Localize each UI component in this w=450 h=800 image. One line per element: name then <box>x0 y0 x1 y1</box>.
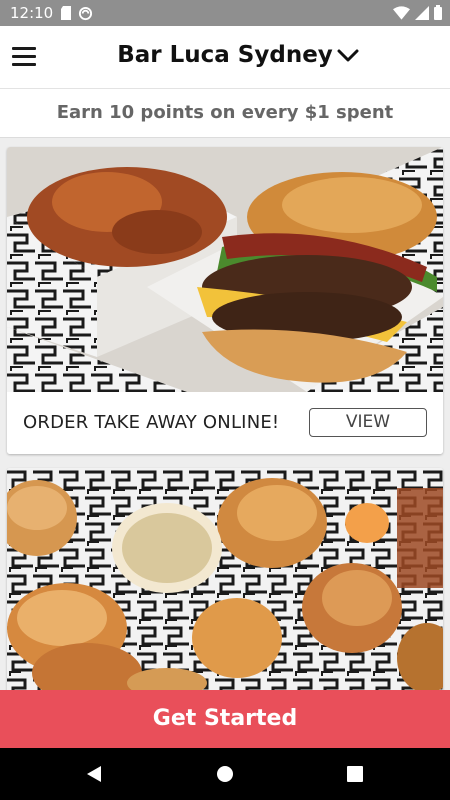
home-icon[interactable] <box>216 765 234 783</box>
card-footer: ORDER TAKE AWAY ONLINE! VIEW <box>7 392 443 454</box>
battery-icon <box>434 5 442 20</box>
signal-icon <box>415 5 429 20</box>
card-title: ORDER TAKE AWAY ONLINE! <box>23 412 280 433</box>
status-right-icons <box>393 5 442 20</box>
order-takeaway-card[interactable]: ORDER TAKE AWAY ONLINE! VIEW <box>7 147 443 454</box>
earn-points-banner: Earn 10 points on every $1 spent <box>0 89 450 138</box>
chevron-down-icon[interactable] <box>337 48 359 64</box>
store-title[interactable]: Bar Luca Sydney <box>0 42 450 68</box>
status-left-icons <box>60 6 93 21</box>
burger-and-fries-photo <box>7 147 443 392</box>
system-nav-bar <box>0 748 450 800</box>
back-icon[interactable] <box>85 765 103 783</box>
status-time: 12:10 <box>10 4 54 22</box>
view-button[interactable]: VIEW <box>309 408 427 437</box>
sync-icon <box>78 6 93 21</box>
burgers-spread-photo <box>7 468 443 698</box>
status-bar: 12:10 <box>0 0 450 26</box>
get-started-button[interactable]: Get Started <box>0 690 450 748</box>
recents-icon[interactable] <box>347 766 363 782</box>
sd-card-icon <box>61 6 71 20</box>
wifi-icon <box>393 5 410 20</box>
earn-points-text: Earn 10 points on every $1 spent <box>56 102 394 123</box>
app-bar: Bar Luca Sydney <box>0 26 450 89</box>
burgers-spread-card[interactable] <box>7 468 443 698</box>
